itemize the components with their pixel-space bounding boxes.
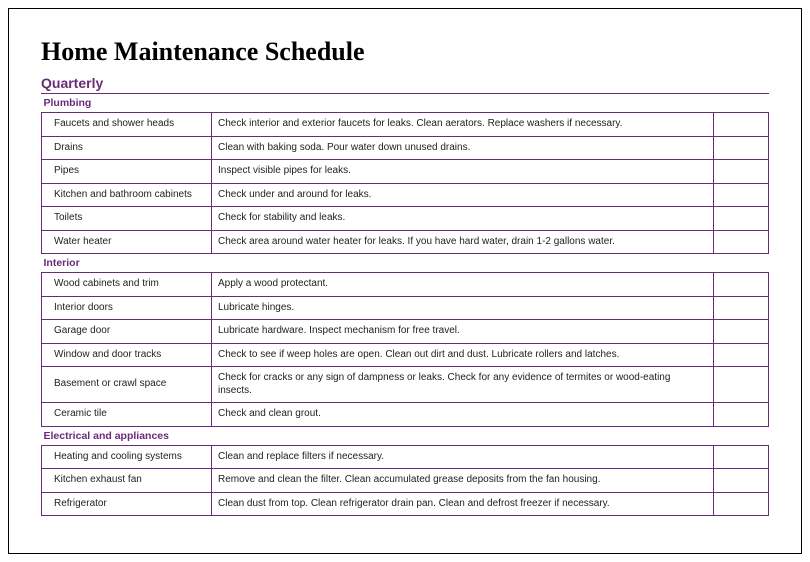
item-check-cell [714, 469, 769, 493]
table-row: RefrigeratorClean dust from top. Clean r… [42, 492, 769, 516]
item-description-cell: Lubricate hardware. Inspect mechanism fo… [212, 320, 714, 344]
table-row: PipesInspect visible pipes for leaks. [42, 160, 769, 184]
item-name-cell: Heating and cooling systems [42, 445, 212, 469]
item-check-cell [714, 367, 769, 403]
item-check-cell [714, 403, 769, 427]
item-name-cell: Window and door tracks [42, 343, 212, 367]
item-description-cell: Lubricate hinges. [212, 296, 714, 320]
table-row: Kitchen and bathroom cabinetsCheck under… [42, 183, 769, 207]
item-check-cell [714, 273, 769, 297]
maintenance-table: PlumbingFaucets and shower headsCheck in… [41, 94, 769, 516]
table-row: Kitchen exhaust fanRemove and clean the … [42, 469, 769, 493]
item-name-cell: Ceramic tile [42, 403, 212, 427]
item-name-cell: Drains [42, 136, 212, 160]
item-description-cell: Check for stability and leaks. [212, 207, 714, 231]
category-row: Electrical and appliances [42, 426, 769, 445]
item-check-cell [714, 113, 769, 137]
table-row: Window and door tracksCheck to see if we… [42, 343, 769, 367]
item-check-cell [714, 445, 769, 469]
table-row: Ceramic tileCheck and clean grout. [42, 403, 769, 427]
item-check-cell [714, 136, 769, 160]
item-description-cell: Apply a wood protectant. [212, 273, 714, 297]
category-row: Interior [42, 254, 769, 273]
category-row: Plumbing [42, 94, 769, 113]
item-name-cell: Wood cabinets and trim [42, 273, 212, 297]
item-name-cell: Interior doors [42, 296, 212, 320]
item-description-cell: Remove and clean the filter. Clean accum… [212, 469, 714, 493]
item-name-cell: Refrigerator [42, 492, 212, 516]
category-name: Plumbing [42, 94, 769, 113]
item-name-cell: Pipes [42, 160, 212, 184]
item-check-cell [714, 492, 769, 516]
item-description-cell: Check area around water heater for leaks… [212, 230, 714, 254]
schedule-type-heading: Quarterly [41, 75, 769, 94]
item-description-cell: Clean dust from top. Clean refrigerator … [212, 492, 714, 516]
item-name-cell: Kitchen and bathroom cabinets [42, 183, 212, 207]
page-title: Home Maintenance Schedule [41, 37, 769, 67]
table-row: Garage doorLubricate hardware. Inspect m… [42, 320, 769, 344]
table-row: Water heaterCheck area around water heat… [42, 230, 769, 254]
item-check-cell [714, 296, 769, 320]
table-row: Wood cabinets and trimApply a wood prote… [42, 273, 769, 297]
item-description-cell: Check under and around for leaks. [212, 183, 714, 207]
table-row: Basement or crawl spaceCheck for cracks … [42, 367, 769, 403]
item-check-cell [714, 183, 769, 207]
table-row: DrainsClean with baking soda. Pour water… [42, 136, 769, 160]
item-description-cell: Check and clean grout. [212, 403, 714, 427]
item-description-cell: Check for cracks or any sign of dampness… [212, 367, 714, 403]
item-name-cell: Garage door [42, 320, 212, 344]
item-check-cell [714, 343, 769, 367]
item-check-cell [714, 160, 769, 184]
item-name-cell: Faucets and shower heads [42, 113, 212, 137]
item-name-cell: Basement or crawl space [42, 367, 212, 403]
category-name: Electrical and appliances [42, 426, 769, 445]
item-description-cell: Check to see if weep holes are open. Cle… [212, 343, 714, 367]
category-name: Interior [42, 254, 769, 273]
table-row: ToiletsCheck for stability and leaks. [42, 207, 769, 231]
item-check-cell [714, 320, 769, 344]
item-description-cell: Check interior and exterior faucets for … [212, 113, 714, 137]
item-name-cell: Water heater [42, 230, 212, 254]
table-row: Interior doorsLubricate hinges. [42, 296, 769, 320]
item-check-cell [714, 230, 769, 254]
item-check-cell [714, 207, 769, 231]
item-name-cell: Kitchen exhaust fan [42, 469, 212, 493]
page-frame: Home Maintenance Schedule Quarterly Plum… [8, 8, 802, 554]
table-row: Faucets and shower headsCheck interior a… [42, 113, 769, 137]
item-description-cell: Clean and replace filters if necessary. [212, 445, 714, 469]
item-description-cell: Inspect visible pipes for leaks. [212, 160, 714, 184]
item-name-cell: Toilets [42, 207, 212, 231]
item-description-cell: Clean with baking soda. Pour water down … [212, 136, 714, 160]
table-row: Heating and cooling systemsClean and rep… [42, 445, 769, 469]
